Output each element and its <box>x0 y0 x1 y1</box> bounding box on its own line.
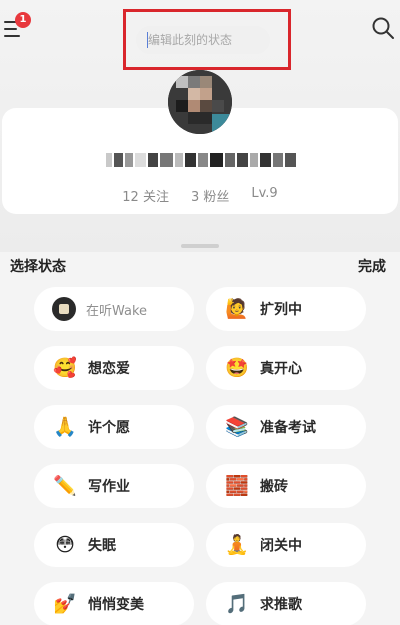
done-button[interactable]: 完成 <box>358 256 386 276</box>
wake-cover-icon <box>52 297 76 321</box>
highlight-box <box>123 9 291 70</box>
status-chip-label: 准备考试 <box>260 420 316 436</box>
avatar[interactable] <box>168 70 232 134</box>
books-icon: 📚 <box>225 416 249 438</box>
status-chip-exam[interactable]: 📚 准备考试 <box>206 405 366 449</box>
user-level: Lv.9 <box>251 186 278 201</box>
notification-badge: 1 <box>15 12 31 28</box>
status-chip-retreat[interactable]: 🧘 闭关中 <box>206 523 366 567</box>
brick-icon: 🧱 <box>225 475 249 497</box>
section-title: 选择状态 <box>10 259 66 275</box>
drag-handle[interactable] <box>181 244 219 248</box>
status-chip-label: 真开心 <box>260 361 302 377</box>
status-chip-insomnia[interactable]: 😳 失眠 <box>34 523 194 567</box>
status-chip-label: 失眠 <box>88 538 116 554</box>
meditation-icon: 🧘 <box>225 534 249 556</box>
nail-polish-icon: 💅 <box>53 593 77 615</box>
status-chip-love[interactable]: 🥰 想恋爱 <box>34 346 194 390</box>
status-chip-label: 求推歌 <box>260 597 302 613</box>
status-chip-listening[interactable]: 在听Wake <box>34 287 194 331</box>
status-chip-label: 悄悄变美 <box>88 597 144 613</box>
raising-hand-icon: 🙋 <box>225 298 249 320</box>
follower-count[interactable]: 3 粉丝 <box>191 186 229 206</box>
status-chip-label: 许个愿 <box>88 420 130 436</box>
status-chip-homework[interactable]: ✏️ 写作业 <box>34 464 194 508</box>
star-struck-icon: 🤩 <box>225 357 249 379</box>
status-chip-happy[interactable]: 🤩 真开心 <box>206 346 366 390</box>
status-chip-beauty[interactable]: 💅 悄悄变美 <box>34 582 194 625</box>
status-chip-label: 扩列中 <box>260 302 302 318</box>
username-mosaic <box>106 150 297 170</box>
praying-hands-icon: 🙏 <box>53 416 77 438</box>
flushed-face-icon: 😳 <box>55 534 75 556</box>
smiling-hearts-icon: 🥰 <box>53 357 77 379</box>
status-chip-expand[interactable]: 🙋 扩列中 <box>206 287 366 331</box>
status-chip-label: 想恋爱 <box>88 361 130 377</box>
search-icon[interactable] <box>371 16 395 40</box>
music-note-icon: 🎵 <box>225 593 249 615</box>
status-chip-work[interactable]: 🧱 搬砖 <box>206 464 366 508</box>
status-chip-label: 闭关中 <box>260 538 302 554</box>
pencil-icon: ✏️ <box>53 475 77 497</box>
profile-stats: 12 关注 3 粉丝 Lv.9 <box>0 186 400 206</box>
status-chip-label: 写作业 <box>88 479 130 495</box>
status-chip-song[interactable]: 🎵 求推歌 <box>206 582 366 625</box>
status-chip-label: 在听Wake <box>86 303 148 319</box>
status-chip-wish[interactable]: 🙏 许个愿 <box>34 405 194 449</box>
status-chip-label: 搬砖 <box>260 479 288 495</box>
following-count[interactable]: 12 关注 <box>122 186 169 206</box>
